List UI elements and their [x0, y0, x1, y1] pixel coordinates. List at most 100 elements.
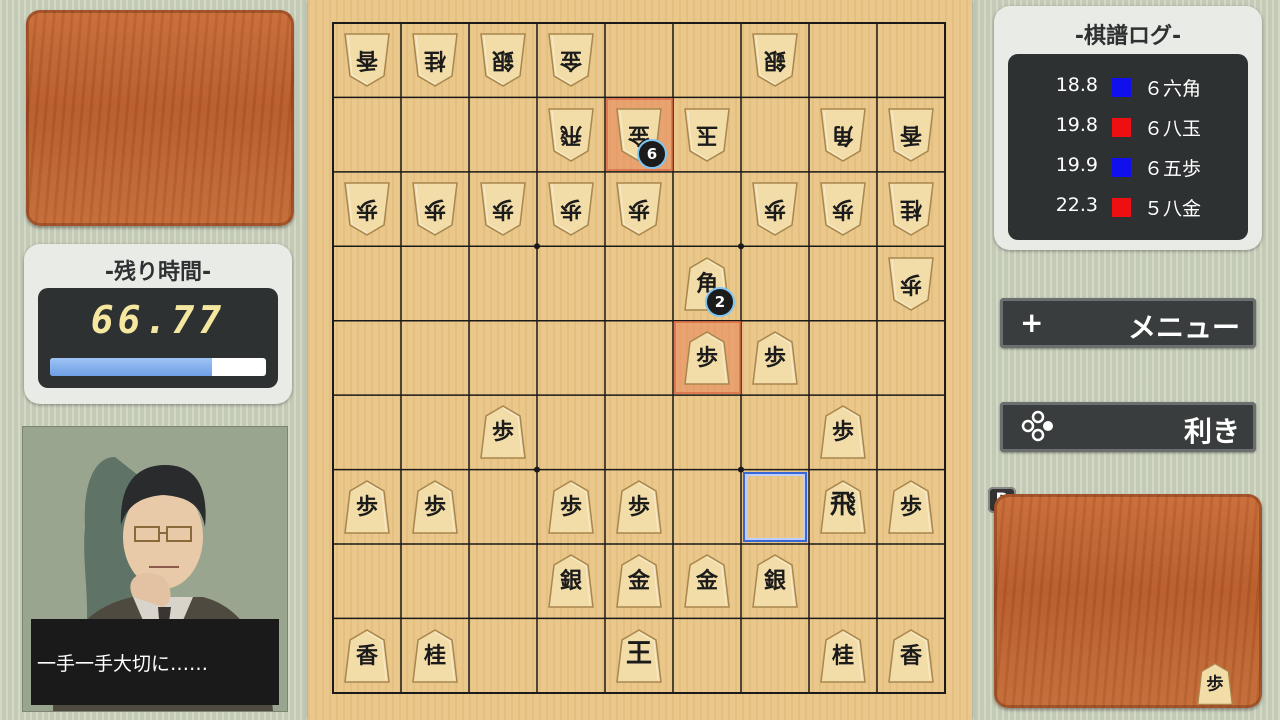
time-remaining-title: -残り時間-: [104, 260, 212, 285]
opponent-piece-銀[interactable]: 銀: [752, 32, 798, 88]
player-piece-金[interactable]: 金: [616, 553, 662, 609]
player-piece-歩[interactable]: 歩: [480, 404, 526, 460]
kifu-side-marker: [1112, 118, 1131, 137]
opponent-piece-角[interactable]: 角: [820, 107, 866, 163]
piece-label: 香: [355, 642, 378, 669]
piece-label: 玉: [696, 121, 719, 148]
opponent-portrait: 一手一手大切に……: [22, 426, 288, 712]
kifu-move: ６六角: [1144, 78, 1202, 100]
hand-piece-fu[interactable]: 歩: [1197, 662, 1233, 706]
opponent-piece-銀[interactable]: 銀: [480, 32, 526, 88]
timer-display: 66.77: [38, 288, 278, 388]
opponent-piece-歩[interactable]: 歩: [480, 181, 526, 237]
player-piece-銀[interactable]: 銀: [752, 553, 798, 609]
opponent-piece-香[interactable]: 香: [888, 107, 934, 163]
piece-label: 歩: [627, 493, 650, 520]
player-piece-桂[interactable]: 桂: [820, 628, 866, 684]
piece-label: 歩: [355, 493, 378, 520]
piece-label: 歩: [424, 196, 447, 223]
time-remaining-value: 66.77: [90, 298, 226, 342]
plus-icon: +: [1020, 306, 1044, 339]
piece-label: 銀: [492, 47, 515, 74]
piece-label: 歩: [491, 419, 514, 446]
piece-label: 飛: [829, 489, 856, 520]
opponent-piece-歩[interactable]: 歩: [820, 181, 866, 237]
kifu-time: 19.8: [1055, 114, 1098, 136]
piece-label: 歩: [899, 493, 922, 520]
piece-label: 香: [899, 642, 922, 669]
piece-label: 金: [627, 568, 650, 595]
piece-label: 銀: [559, 568, 582, 595]
opponent-piece-香[interactable]: 香: [344, 32, 390, 88]
menu-button[interactable]: + メニュー: [1000, 298, 1256, 348]
player-piece-歩[interactable]: 歩: [548, 479, 594, 535]
opponent-piece-歩[interactable]: 歩: [888, 256, 934, 312]
piece-label: 歩: [832, 196, 855, 223]
kifu-log-title: -棋譜ログ-: [1074, 24, 1182, 49]
opponent-piece-歩[interactable]: 歩: [548, 181, 594, 237]
player-piece-桂[interactable]: 桂: [412, 628, 458, 684]
piece-label: 歩: [900, 270, 923, 297]
player-piece-歩[interactable]: 歩: [344, 479, 390, 535]
move-marker-2: 2: [705, 287, 735, 317]
hand-piece-label: 歩: [1206, 673, 1224, 695]
piece-label: 桂: [900, 196, 923, 223]
player-piece-歩[interactable]: 歩: [820, 404, 866, 460]
kifu-move: ６五歩: [1144, 158, 1202, 180]
piece-label: 銀: [764, 47, 787, 74]
opponent-piece-stand: [26, 10, 294, 226]
piece-label: 角: [832, 121, 855, 148]
kifu-side-marker: [1112, 198, 1131, 217]
opponent-piece-歩[interactable]: 歩: [412, 181, 458, 237]
piece-label: 歩: [763, 344, 786, 371]
kifu-side-marker: [1112, 78, 1131, 97]
piece-label: 歩: [559, 493, 582, 520]
kiki-button-label: 利き: [1183, 415, 1240, 448]
player-piece-香[interactable]: 香: [344, 628, 390, 684]
kifu-row: 22.3 ５八金: [1008, 192, 1248, 222]
opponent-piece-歩[interactable]: 歩: [752, 181, 798, 237]
piece-label: 桂: [423, 642, 446, 669]
player-piece-歩[interactable]: 歩: [684, 330, 730, 386]
player-piece-王[interactable]: 王: [616, 628, 662, 684]
piece-label: 桂: [424, 47, 447, 74]
opponent-piece-飛[interactable]: 飛: [548, 107, 594, 163]
opponent-piece-金[interactable]: 金: [548, 32, 594, 88]
player-piece-飛[interactable]: 飛: [820, 479, 866, 535]
piece-label: 飛: [560, 121, 583, 148]
piece-label: 金: [695, 568, 718, 595]
shogi-board[interactable]: 香桂銀金銀飛金玉角香歩歩歩歩歩歩歩桂歩角歩歩歩歩歩歩歩歩飛歩銀金金銀香桂王桂香 …: [308, 0, 972, 720]
selection-cursor[interactable]: [743, 472, 807, 542]
character-dialog: 一手一手大切に……: [31, 619, 279, 705]
kifu-move: ５八金: [1144, 198, 1202, 220]
kifu-move: ６八玉: [1144, 118, 1202, 140]
piece-label: 香: [356, 47, 379, 74]
player-piece-歩[interactable]: 歩: [752, 330, 798, 386]
piece-label: 金: [560, 47, 583, 74]
opponent-piece-歩[interactable]: 歩: [616, 181, 662, 237]
piece-label: 桂: [831, 642, 854, 669]
opponent-piece-歩[interactable]: 歩: [344, 181, 390, 237]
opponent-piece-桂[interactable]: 桂: [412, 32, 458, 88]
player-piece-金[interactable]: 金: [684, 553, 730, 609]
kifu-row: 18.8 ６六角: [1008, 72, 1248, 102]
player-piece-歩[interactable]: 歩: [412, 479, 458, 535]
player-piece-歩[interactable]: 歩: [616, 479, 662, 535]
opponent-piece-玉[interactable]: 玉: [684, 107, 730, 163]
kifu-time: 22.3: [1055, 194, 1098, 216]
kifu-row: 19.8 ６八玉: [1008, 112, 1248, 142]
time-remaining-panel: -残り時間- 66.77: [24, 244, 292, 404]
piece-label: 歩: [764, 196, 787, 223]
kifu-row: 19.9 ６五歩: [1008, 152, 1248, 182]
player-piece-stand[interactable]: 歩: [994, 494, 1262, 708]
menu-button-label: メニュー: [1127, 311, 1240, 344]
time-remaining-bar-fill: [50, 358, 212, 376]
player-piece-銀[interactable]: 銀: [548, 553, 594, 609]
kifu-side-marker: [1112, 158, 1131, 177]
piece-label: 歩: [628, 196, 651, 223]
opponent-piece-桂[interactable]: 桂: [888, 181, 934, 237]
player-piece-香[interactable]: 香: [888, 628, 934, 684]
player-piece-歩[interactable]: 歩: [888, 479, 934, 535]
piece-label: 歩: [831, 419, 854, 446]
kiki-button[interactable]: 利き: [1000, 402, 1256, 452]
